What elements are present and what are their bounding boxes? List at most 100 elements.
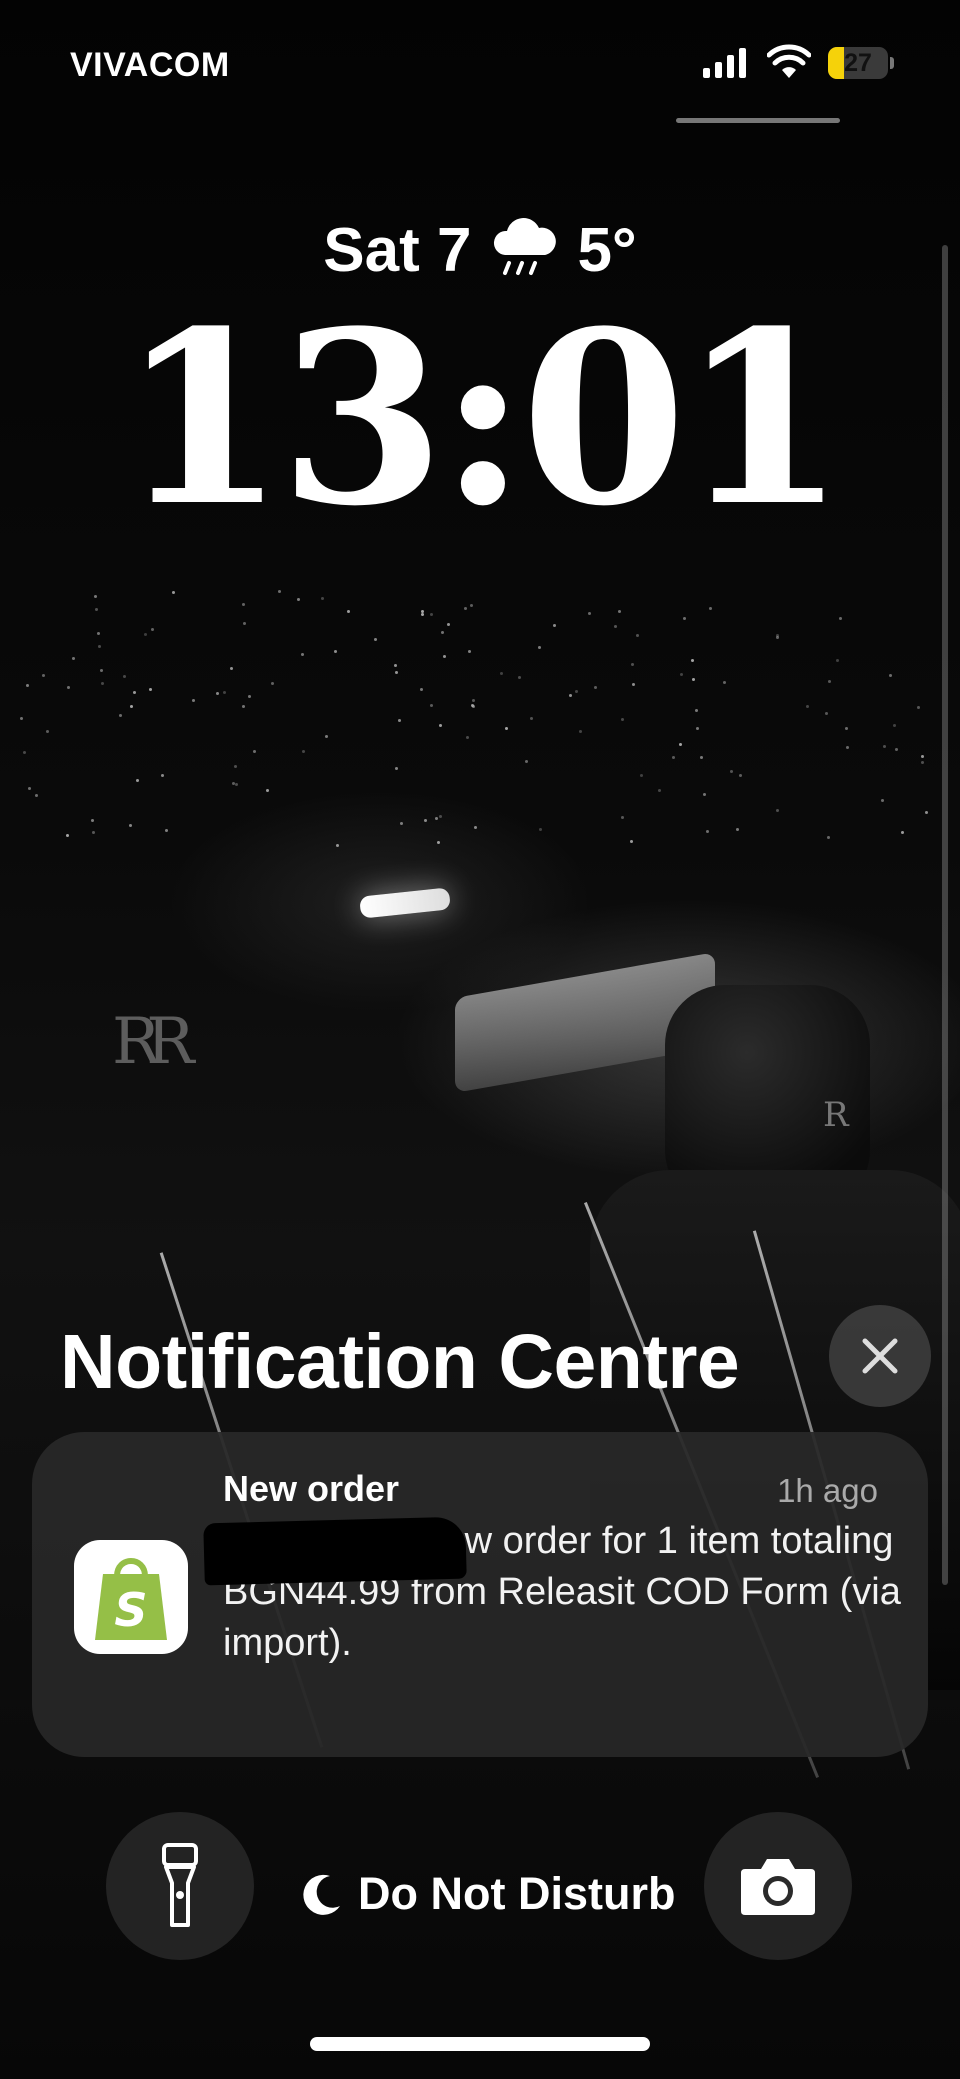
star — [373, 637, 377, 641]
star — [235, 783, 239, 787]
star — [618, 609, 622, 613]
star — [678, 742, 682, 746]
flashlight-button[interactable] — [106, 1812, 254, 1960]
star — [252, 749, 256, 753]
star — [806, 704, 810, 708]
star — [895, 748, 899, 752]
star — [441, 630, 445, 634]
star — [703, 793, 707, 797]
close-icon — [862, 1338, 898, 1374]
star — [393, 663, 397, 667]
star — [271, 681, 275, 685]
rolls-royce-logo: R — [823, 1095, 849, 1135]
star — [347, 610, 351, 614]
star — [144, 632, 148, 636]
notification-centre-title: Notification Centre — [60, 1319, 740, 1405]
star — [129, 705, 133, 709]
lock-screen-clock[interactable]: 13:01 — [0, 300, 960, 540]
star — [65, 834, 69, 838]
star — [100, 669, 104, 673]
star — [621, 717, 625, 721]
star — [920, 755, 924, 759]
star — [20, 716, 24, 720]
star — [26, 683, 30, 687]
star — [41, 674, 45, 678]
star — [395, 671, 399, 675]
star — [233, 764, 237, 768]
date-label: Sat 7 — [323, 216, 472, 285]
star — [568, 694, 572, 698]
camera-icon — [741, 1859, 815, 1915]
star — [696, 727, 700, 731]
star — [828, 679, 832, 683]
star — [446, 622, 450, 626]
star — [333, 650, 337, 654]
battery-tip — [890, 57, 894, 69]
star — [552, 624, 556, 628]
star — [593, 686, 597, 690]
home-indicator[interactable] — [310, 2037, 650, 2051]
star — [430, 704, 434, 708]
star — [419, 688, 423, 692]
star — [421, 613, 425, 617]
star — [395, 767, 399, 771]
star — [122, 675, 126, 679]
star — [439, 815, 442, 819]
star — [631, 682, 635, 686]
star — [575, 689, 579, 693]
star — [883, 744, 887, 748]
star — [916, 705, 920, 709]
star — [471, 699, 475, 703]
star — [524, 759, 528, 763]
star — [473, 825, 477, 829]
star — [694, 708, 698, 712]
star — [517, 675, 521, 679]
star — [635, 633, 639, 637]
star — [775, 809, 779, 813]
star — [92, 830, 96, 834]
svg-text:S: S — [114, 1583, 147, 1637]
star — [587, 612, 591, 616]
star — [844, 727, 848, 731]
star — [101, 681, 105, 685]
star — [631, 663, 635, 666]
star — [398, 719, 402, 723]
star — [399, 822, 403, 826]
star — [620, 816, 624, 820]
star — [504, 727, 508, 731]
star — [464, 606, 468, 610]
notification-time: 1h ago — [777, 1472, 878, 1509]
star — [437, 841, 441, 845]
camera-button[interactable] — [704, 1812, 852, 1960]
star — [901, 830, 905, 834]
star — [835, 658, 839, 662]
star — [630, 839, 634, 843]
star — [839, 617, 843, 621]
scrollbar[interactable] — [942, 245, 948, 1585]
star — [538, 646, 542, 649]
star — [925, 810, 929, 814]
star — [657, 789, 661, 793]
star — [739, 774, 743, 778]
star — [119, 714, 123, 718]
star — [723, 681, 727, 685]
star — [466, 735, 470, 739]
star — [35, 794, 39, 798]
star — [129, 823, 133, 827]
notification-card[interactable]: S New order 1h ago You have a new order … — [32, 1432, 928, 1757]
star — [538, 827, 542, 831]
star — [578, 730, 582, 734]
star — [97, 632, 101, 636]
temperature-label: 5° — [577, 216, 637, 285]
star — [150, 628, 154, 632]
star — [248, 694, 252, 698]
star — [301, 653, 305, 657]
star — [241, 603, 245, 607]
star — [429, 613, 433, 617]
star — [223, 691, 227, 695]
star — [266, 789, 270, 793]
close-button[interactable] — [829, 1305, 931, 1407]
notification-title: New order — [223, 1468, 400, 1509]
focus-mode-toggle[interactable]: Do Not Disturb — [300, 1868, 675, 1920]
star — [135, 779, 139, 783]
